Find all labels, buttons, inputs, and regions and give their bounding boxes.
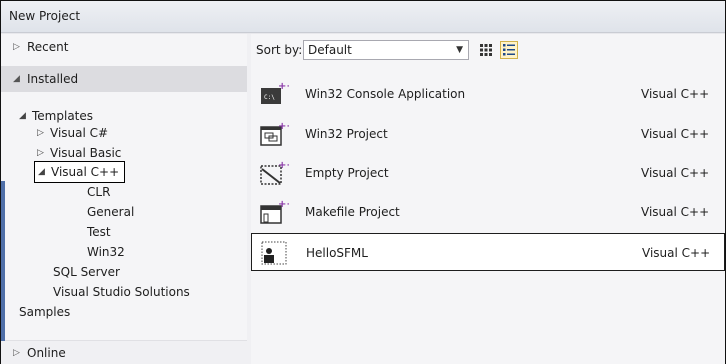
- console-app-icon: C:\ ++: [261, 81, 289, 104]
- tree-item-label: Visual C++: [51, 164, 120, 179]
- expand-arrow-icon: ▷: [37, 128, 44, 138]
- collapse-arrow-icon: ◢: [13, 74, 20, 84]
- template-language: Visual C++: [642, 246, 711, 260]
- tree-item-label: Visual Studio Solutions: [53, 285, 190, 299]
- win32-project-icon: ++: [260, 121, 289, 146]
- template-name: Win32 Project: [305, 127, 388, 141]
- tree-item-label: Visual Basic: [50, 146, 122, 160]
- expand-arrow-icon: ▷: [37, 148, 44, 158]
- tree-item-clr[interactable]: CLR: [87, 184, 110, 201]
- svg-text:++: ++: [278, 81, 289, 92]
- tree-item-label: Win32: [87, 245, 125, 259]
- online-label: Online: [27, 345, 66, 360]
- chevron-down-icon: ▼: [456, 45, 463, 55]
- hellosfml-template-icon: [261, 241, 287, 265]
- sort-by-value: Default: [308, 43, 352, 57]
- template-language: Visual C++: [641, 205, 710, 219]
- tree-item-label: Templates: [32, 109, 94, 123]
- tree-item-label: Test: [87, 225, 111, 239]
- template-language: Visual C++: [641, 87, 710, 101]
- template-list-pane: Sort by: Default ▼ C:\ + Win32 Console A…: [251, 34, 725, 364]
- tree-item-label: Samples: [19, 305, 71, 319]
- tree-item-templates[interactable]: ◢ Templates: [19, 108, 93, 125]
- list-view-icon: [503, 44, 515, 56]
- svg-text:C:\: C:\: [264, 94, 275, 101]
- empty-project-icon: ++: [260, 160, 289, 185]
- dialog-title: New Project: [9, 9, 81, 23]
- tree-item-samples[interactable]: Samples: [19, 304, 70, 321]
- template-category-pane: ▷ Recent ◢ Installed ◢ Templates ▷ Visua…: [1, 34, 247, 364]
- left-edge-accent: [1, 181, 5, 341]
- template-row[interactable]: C:\ ++ Win32 Console Application Visual …: [251, 75, 725, 113]
- new-project-dialog: New Project ▷ Recent ◢ Installed ◢ Templ…: [0, 0, 726, 364]
- svg-text:++: ++: [278, 160, 289, 171]
- installed-label: Installed: [27, 72, 79, 86]
- template-row-selected[interactable]: HelloSFML Visual C++: [251, 233, 725, 271]
- expand-arrow-icon: ▷: [13, 347, 20, 358]
- template-language: Visual C++: [641, 127, 710, 141]
- template-row[interactable]: ++ Makefile Project Visual C++: [251, 193, 725, 231]
- tree-item-visual-csharp[interactable]: ▷ Visual C#: [37, 125, 108, 142]
- tree-item-visual-basic[interactable]: ▷ Visual Basic: [37, 145, 121, 162]
- small-icons-view-button[interactable]: [477, 41, 495, 59]
- svg-text:++: ++: [278, 121, 289, 132]
- installed-header[interactable]: ◢ Installed: [1, 66, 247, 92]
- template-name: Makefile Project: [305, 205, 400, 219]
- recent-label: Recent: [27, 40, 69, 54]
- tree-item-label: General: [87, 205, 135, 219]
- svg-text:++: ++: [278, 199, 289, 210]
- expand-arrow-icon: ▷: [13, 42, 20, 52]
- online-header[interactable]: ▷ Online: [1, 340, 247, 364]
- template-name: HelloSFML: [306, 246, 368, 260]
- tree-item-label: Visual C#: [50, 126, 109, 140]
- template-row[interactable]: ++ Win32 Project Visual C++: [251, 115, 725, 153]
- makefile-project-icon: ++: [260, 199, 289, 224]
- template-language: Visual C++: [641, 166, 710, 180]
- recent-header[interactable]: ▷ Recent: [1, 34, 247, 60]
- sort-by-label: Sort by:: [256, 43, 303, 57]
- collapse-arrow-icon: ◢: [19, 111, 26, 121]
- tree-item-label: SQL Server: [53, 265, 120, 279]
- tree-item-win32[interactable]: Win32: [87, 244, 125, 261]
- tree-item-visual-cpp[interactable]: ◢ Visual C++: [34, 161, 126, 183]
- sort-by-dropdown[interactable]: Default ▼: [303, 40, 469, 60]
- template-name: Win32 Console Application: [305, 87, 466, 101]
- grid-view-icon: [480, 44, 492, 56]
- tree-item-test[interactable]: Test: [87, 224, 111, 241]
- template-row[interactable]: ++ Empty Project Visual C++: [251, 154, 725, 192]
- list-view-button[interactable]: [500, 41, 518, 59]
- tree-item-vs-solutions[interactable]: Visual Studio Solutions: [53, 284, 190, 301]
- template-name: Empty Project: [305, 166, 389, 180]
- tree-item-general[interactable]: General: [87, 204, 134, 221]
- tree-item-sql-server[interactable]: SQL Server: [53, 264, 120, 281]
- template-toolbar: Sort by: Default ▼: [251, 34, 725, 66]
- title-bar: New Project: [1, 1, 725, 33]
- tree-item-label: CLR: [87, 185, 111, 199]
- collapse-arrow-icon: ◢: [38, 166, 45, 177]
